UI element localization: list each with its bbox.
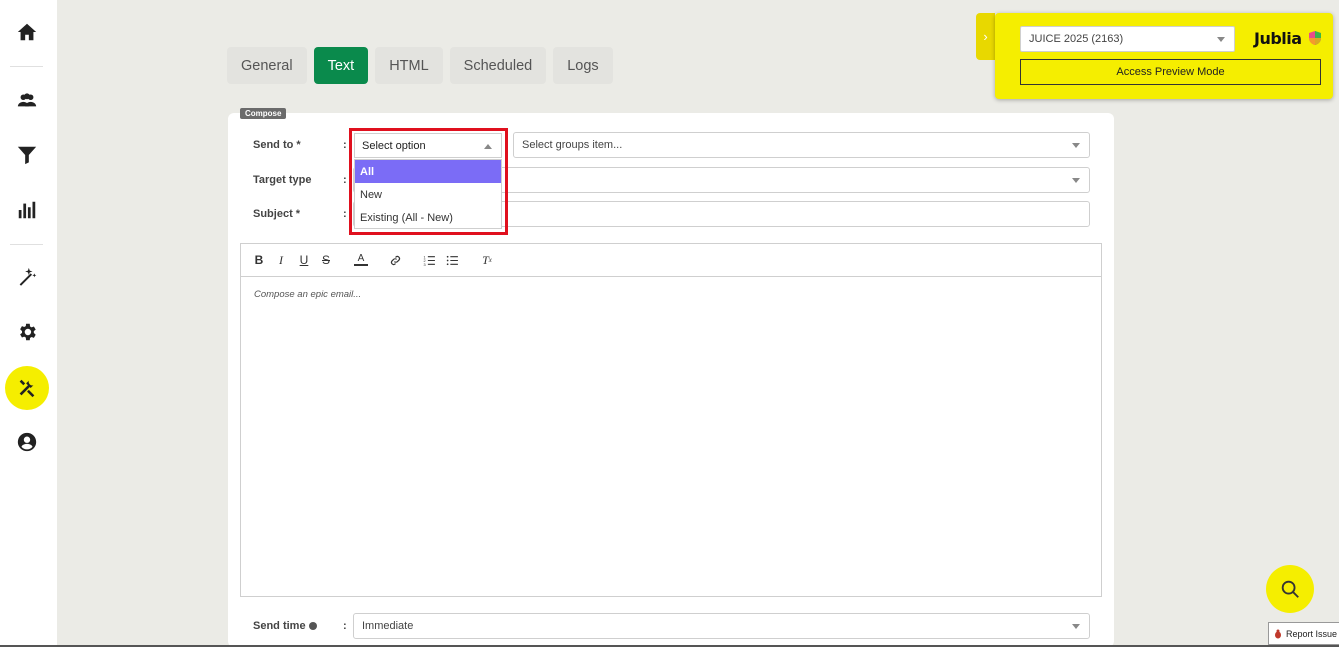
bullet-list-icon[interactable] — [445, 253, 459, 267]
send-time-label-wrap: Send time — [253, 620, 317, 632]
italic-icon[interactable]: I — [274, 253, 288, 267]
search-icon — [1281, 580, 1299, 598]
report-issue-button[interactable]: Report Issue — [1268, 622, 1339, 645]
report-issue-label: Report Issue — [1286, 628, 1338, 639]
send-to-label: Send to * — [253, 139, 301, 151]
event-select-value: JUICE 2025 (2163) — [1029, 33, 1124, 45]
svg-text:3: 3 — [423, 262, 425, 266]
event-select[interactable]: JUICE 2025 (2163) — [1020, 26, 1235, 52]
send-time-value: Immediate — [362, 620, 414, 632]
filter-icon[interactable] — [5, 133, 49, 177]
chevron-right-icon: › — [983, 29, 988, 44]
bar-chart-icon[interactable] — [5, 188, 49, 232]
access-preview-button[interactable]: Access Preview Mode — [1020, 59, 1321, 85]
text-color-icon[interactable]: A — [354, 253, 368, 266]
underline-icon[interactable]: U — [297, 253, 311, 267]
tab-html[interactable]: HTML — [375, 47, 443, 84]
tab-bar: General Text HTML Scheduled Logs — [227, 47, 613, 84]
send-time-label: Send time — [253, 620, 306, 632]
tab-text[interactable]: Text — [313, 47, 369, 84]
brand-shield-icon — [1308, 31, 1321, 45]
home-icon[interactable] — [5, 10, 49, 54]
subject-label: Subject * — [253, 208, 301, 220]
editor-placeholder: Compose an epic email... — [254, 289, 362, 300]
brand-name: Jublia — [1254, 29, 1302, 48]
magic-wand-icon[interactable] — [5, 255, 49, 299]
bug-icon — [1275, 629, 1281, 638]
groups-select[interactable]: Select groups item... — [513, 132, 1090, 158]
account-icon[interactable] — [5, 420, 49, 464]
editor-toolbar: B I U S A 123 Tx — [241, 244, 1101, 277]
groups-select-placeholder: Select groups item... — [522, 139, 623, 151]
chevron-down-icon — [1072, 624, 1080, 629]
tab-general[interactable]: General — [227, 47, 307, 84]
target-type-label: Target type — [253, 174, 312, 186]
link-icon[interactable] — [388, 253, 402, 267]
send-to-select[interactable]: Select option — [354, 133, 502, 158]
info-icon[interactable] — [308, 622, 317, 630]
bold-icon[interactable]: B — [252, 253, 266, 267]
users-icon[interactable] — [5, 78, 49, 122]
colon: : — [343, 139, 347, 151]
dropdown-option-all[interactable]: All — [355, 160, 501, 183]
colon: : — [343, 620, 347, 632]
dropdown-option-new[interactable]: New — [355, 183, 501, 206]
gear-icon[interactable] — [5, 310, 49, 354]
brand-logo: Jublia — [1254, 29, 1323, 48]
search-button[interactable] — [1266, 565, 1314, 613]
sidebar — [0, 0, 57, 647]
send-to-select-value: Select option — [362, 139, 426, 152]
dropdown-option-existing[interactable]: Existing (All - New) — [355, 206, 501, 229]
tab-logs[interactable]: Logs — [553, 47, 613, 84]
chevron-down-icon — [1072, 143, 1080, 148]
sidebar-divider — [10, 66, 43, 67]
ordered-list-icon[interactable]: 123 — [422, 253, 436, 267]
widget-collapse-tab[interactable]: › — [976, 13, 995, 60]
email-editor[interactable]: B I U S A 123 Tx Compose an epic email..… — [240, 243, 1102, 597]
strikethrough-icon[interactable]: S — [319, 253, 333, 267]
tools-icon[interactable] — [5, 366, 49, 410]
colon: : — [343, 174, 347, 186]
send-time-select[interactable]: Immediate — [353, 613, 1090, 639]
compose-badge: Compose — [240, 108, 287, 119]
sidebar-divider — [10, 244, 43, 245]
clear-format-icon[interactable]: Tx — [480, 253, 494, 267]
send-to-dropdown-list: All New Existing (All - New) — [354, 159, 502, 229]
tab-scheduled[interactable]: Scheduled — [449, 47, 547, 84]
chevron-down-icon — [1217, 37, 1225, 42]
chevron-up-icon — [484, 144, 492, 149]
chevron-down-icon — [1072, 178, 1080, 183]
colon: : — [343, 208, 347, 220]
